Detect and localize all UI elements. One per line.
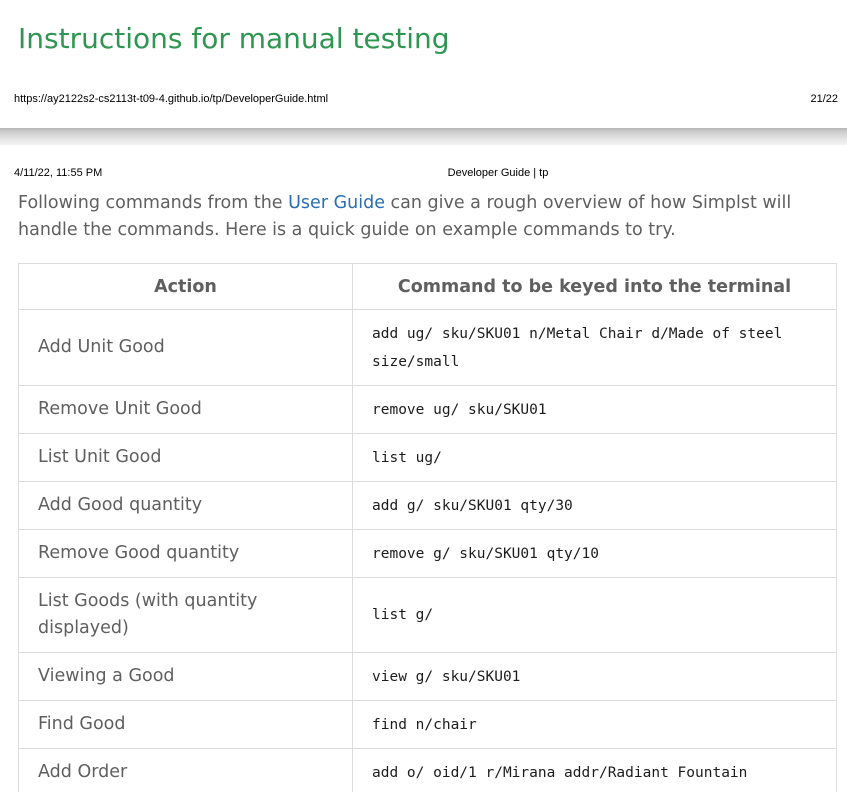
action-cell: Viewing a Good [18,652,353,701]
command-code: add o/ oid/1 r/Mirana addr/Radiant Fount… [372,764,748,781]
command-cell: add g/ sku/SKU01 qty/30 [352,481,837,530]
command-cell: list ug/ [352,433,837,482]
command-code: view g/ sku/SKU01 [372,668,521,685]
command-cell: add ug/ sku/SKU01 n/Metal Chair d/Made o… [352,309,837,386]
command-cell: list g/ [352,577,837,653]
action-cell: Remove Unit Good [18,385,353,434]
action-cell: Add Unit Good [18,309,353,386]
table-row: Remove Good quantity remove g/ sku/SKU01… [18,529,837,578]
table-header-row: Action Command to be keyed into the term… [18,263,837,310]
command-code: find n/chair [372,716,477,733]
table-row: Viewing a Good view g/ sku/SKU01 [18,652,837,701]
command-cell: remove ug/ sku/SKU01 [352,385,837,434]
table-row: List Goods (with quantity displayed) lis… [18,577,837,653]
action-cell: Remove Good quantity [18,529,353,578]
command-cell: remove g/ sku/SKU01 qty/10 [352,529,837,578]
command-code: add g/ sku/SKU01 qty/30 [372,497,573,514]
commands-table: Action Command to be keyed into the term… [18,263,837,792]
command-cell: add o/ oid/1 r/Mirana addr/Radiant Fount… [352,748,837,792]
table-row: List Unit Good list ug/ [18,433,837,482]
action-cell: Add Order [18,748,353,792]
current-page-top: 4/11/22, 11:55 PM Developer Guide | tp F… [0,145,847,792]
table-row: Remove Unit Good remove ug/ sku/SKU01 [18,385,837,434]
footer-page-number: 21/22 [810,93,838,105]
action-cell: Add Good quantity [18,481,353,530]
previous-page-bottom: Instructions for manual testing https://… [0,0,847,128]
user-guide-link[interactable]: User Guide [288,193,385,213]
page-separator [0,128,847,145]
pdf-viewer-page: Instructions for manual testing https://… [0,0,847,792]
footer-url-link[interactable]: https://ay2122s2-cs2113t-t09-4.github.io… [14,93,328,105]
header-command: Command to be keyed into the terminal [352,263,837,310]
print-header-title: Developer Guide | tp [447,167,549,179]
command-cell: find n/chair [352,700,837,749]
command-cell: view g/ sku/SKU01 [352,652,837,701]
command-code: list g/ [372,607,434,623]
table-row: Add Good quantity add g/ sku/SKU01 qty/3… [18,481,837,530]
header-action: Action [18,263,353,310]
table-row: Find Good find n/chair [18,700,837,749]
action-cell: List Unit Good [18,433,353,482]
intro-paragraph: Following commands from the User Guide c… [18,190,833,244]
command-code: remove ug/ sku/SKU01 [372,401,547,418]
table-row: Add Order add o/ oid/1 r/Mirana addr/Rad… [18,748,837,792]
command-code: remove g/ sku/SKU01 qty/10 [372,545,599,562]
action-cell: Find Good [18,700,353,749]
action-cell: List Goods (with quantity displayed) [18,577,353,653]
command-code: add ug/ sku/SKU01 n/Metal Chair d/Made o… [372,325,783,370]
section-heading: Instructions for manual testing [18,22,450,55]
intro-text-before: Following commands from the [18,193,289,213]
table-row: Add Unit Good add ug/ sku/SKU01 n/Metal … [18,309,837,386]
command-code: list ug/ [372,449,442,466]
